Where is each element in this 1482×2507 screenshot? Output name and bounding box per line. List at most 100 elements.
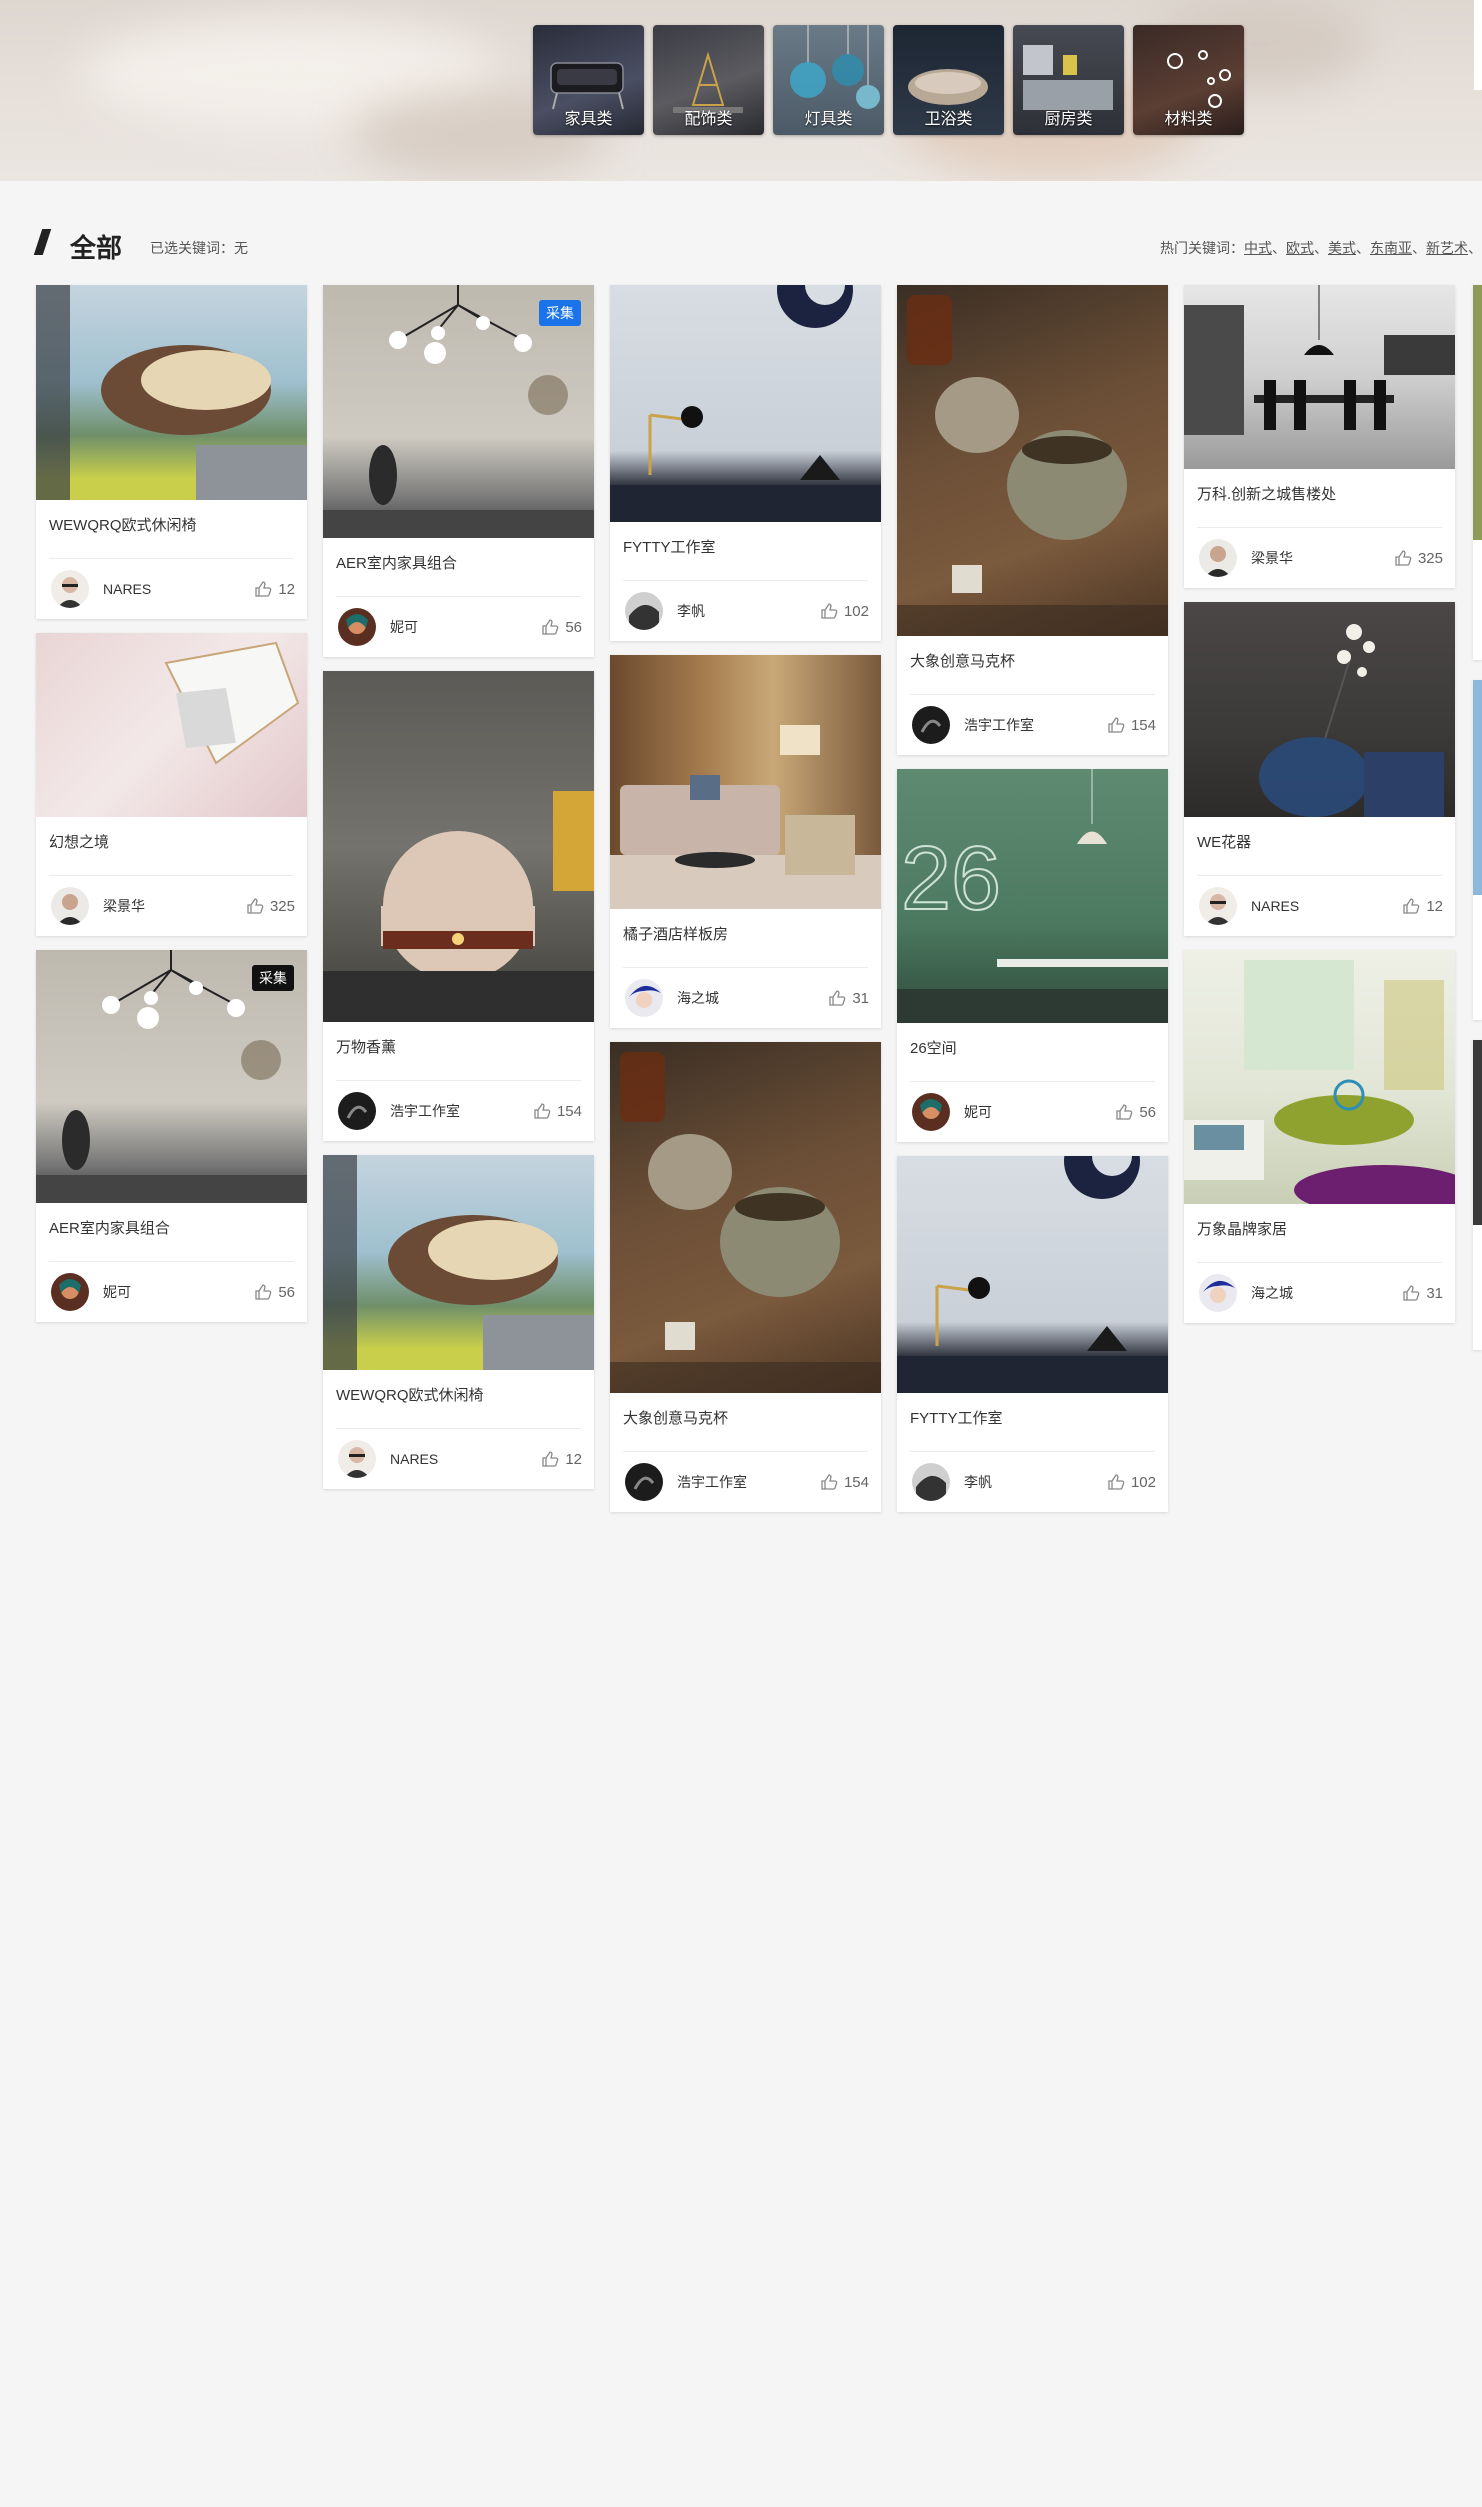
author-name[interactable]: 妮可 [390,617,541,637]
work-card[interactable]: WEWQRQ欧式休闲椅 NARES 12 [323,1155,594,1489]
card-footer: 妮可 56 [36,1262,307,1322]
author-name[interactable]: 妮可 [964,1102,1115,1122]
author-name[interactable]: 浩宇工作室 [964,715,1107,735]
like-button[interactable]: 12 [1402,897,1443,915]
avatar[interactable] [51,1273,89,1311]
work-card[interactable]: 大象创意马克杯 浩宇工作室 154 [610,1042,881,1512]
like-count: 102 [843,602,869,620]
hot-keyword-link[interactable]: 欧式 [1286,240,1314,256]
avatar[interactable] [338,1440,376,1478]
card-footer: 海之城 31 [610,968,881,1028]
work-card[interactable]: 大象创意马克杯 浩宇工作室 154 [897,285,1168,755]
avatar[interactable] [625,592,663,630]
like-button[interactable]: 31 [828,989,869,1007]
category-lamp[interactable]: 灯具类 [773,25,884,135]
work-card[interactable]: 万物香薰 浩宇工作室 154 [323,671,594,1141]
like-button[interactable]: 56 [1115,1103,1156,1121]
card-image [610,1042,881,1393]
work-card[interactable]: FYTTY工作室 李帆 102 [610,285,881,641]
author-name[interactable]: 梁景华 [103,896,246,916]
living-room-image-icon [1184,960,1455,1204]
category-accessory[interactable]: 配饰类 [653,25,764,135]
card-title: FYTTY工作室 [910,1410,1003,1427]
next-column-card[interactable] [1473,285,1482,660]
like-count: 56 [565,618,582,636]
category-kitchen[interactable]: 厨房类 [1013,25,1124,135]
author-name[interactable]: 妮可 [103,1282,254,1302]
avatar[interactable] [51,887,89,925]
card-title: FYTTY工作室 [623,539,716,556]
work-card[interactable]: 采集 AER室内家具组合 妮可 56 [36,950,307,1322]
author-name[interactable]: NARES [390,1451,541,1467]
like-button[interactable]: 12 [254,580,295,598]
like-button[interactable]: 31 [1402,1284,1443,1302]
hot-keyword-link[interactable]: 新艺术 [1426,240,1468,256]
avatar[interactable] [338,1092,376,1130]
like-count: 56 [1139,1103,1156,1121]
avatar[interactable] [1199,887,1237,925]
category-material[interactable]: 材料类 [1133,25,1244,135]
thumbs-up-icon [1403,1285,1420,1301]
thumbs-up-icon [1108,1474,1125,1490]
work-card[interactable]: 26 26空间 妮可 56 [897,769,1168,1142]
keyword-separator: 、 [1468,240,1482,256]
like-button[interactable]: 102 [820,602,869,620]
card-footer: 梁景华 325 [36,876,307,936]
work-card[interactable]: WEWQRQ欧式休闲椅 NARES 12 [36,285,307,619]
avatar[interactable] [1199,539,1237,577]
next-column-card[interactable] [1473,1040,1482,1350]
author-name[interactable]: 海之城 [1251,1283,1402,1303]
svg-text:26: 26 [901,829,1001,929]
author-name[interactable]: 梁景华 [1251,548,1394,568]
card-title: 26空间 [910,1040,957,1057]
work-card[interactable]: 万科.创新之城售楼处 梁景华 325 [1184,285,1455,588]
avatar[interactable] [912,706,950,744]
like-button[interactable]: 154 [820,1473,869,1491]
avatar[interactable] [51,570,89,608]
collect-badge[interactable]: 采集 [252,965,294,991]
author-name[interactable]: NARES [103,581,254,597]
author-name[interactable]: 海之城 [677,988,828,1008]
hot-keyword-link[interactable]: 东南亚 [1370,240,1412,256]
card-footer: 浩宇工作室 154 [610,1452,881,1512]
avatar[interactable] [912,1093,950,1131]
next-column-card[interactable] [1473,680,1482,1020]
avatar[interactable] [912,1463,950,1501]
like-button[interactable]: 325 [1394,549,1443,567]
work-card[interactable]: FYTTY工作室 李帆 102 [897,1156,1168,1512]
card-image [610,655,881,909]
avatar[interactable] [625,1463,663,1501]
like-button[interactable]: 102 [1107,1473,1156,1491]
like-button[interactable]: 56 [254,1283,295,1301]
page-title: 全部 [70,233,123,263]
author-name[interactable]: 浩宇工作室 [677,1472,820,1492]
like-count: 12 [565,1450,582,1468]
work-card[interactable]: WE花器 NARES 12 [1184,602,1455,936]
collect-badge[interactable]: 采集 [539,300,581,326]
hot-keyword-link[interactable]: 美式 [1328,240,1356,256]
author-name[interactable]: 李帆 [677,601,820,621]
like-count: 12 [1426,897,1443,915]
author-name[interactable]: NARES [1251,898,1402,914]
card-footer: NARES 12 [1184,876,1455,936]
like-button[interactable]: 325 [246,897,295,915]
like-button[interactable]: 12 [541,1450,582,1468]
work-card[interactable]: 橘子酒店样板房 海之城 31 [610,655,881,1028]
avatar[interactable] [338,608,376,646]
author-name[interactable]: 李帆 [964,1472,1107,1492]
category-bath[interactable]: 卫浴类 [893,25,1004,135]
avatar[interactable] [625,979,663,1017]
work-card[interactable]: 采集 AER室内家具组合 妮可 56 [323,285,594,657]
card-image: 采集 [323,285,594,538]
hot-keyword-link[interactable]: 中式 [1244,240,1272,256]
work-card[interactable]: 万象晶牌家居 海之城 31 [1184,950,1455,1323]
work-card[interactable]: 幻想之境 梁景华 325 [36,633,307,936]
category-furniture[interactable]: 家具类 [533,25,644,135]
like-button[interactable]: 56 [541,618,582,636]
avatar[interactable] [1199,1274,1237,1312]
like-button[interactable]: 154 [533,1102,582,1120]
like-button[interactable]: 154 [1107,716,1156,734]
author-name[interactable]: 浩宇工作室 [390,1101,533,1121]
masonry-column: 大象创意马克杯 浩宇工作室 154 26 26空间 妮可 56 FYTTY工作室… [897,285,1168,1526]
elephant-mug-image-icon [897,295,1168,636]
